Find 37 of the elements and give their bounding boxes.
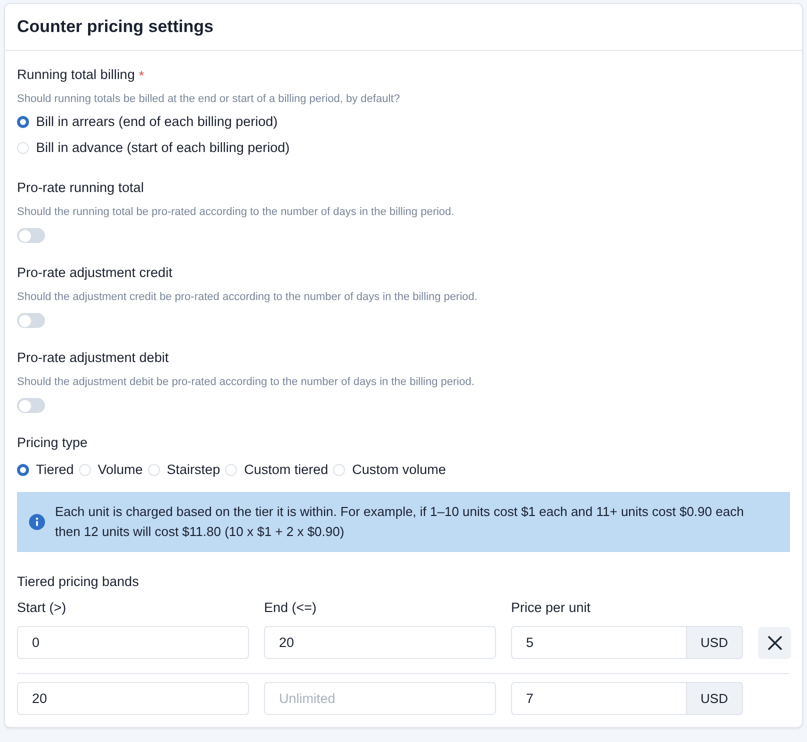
radio-option[interactable]: Tiered xyxy=(17,460,74,480)
column-label: Start (>) xyxy=(17,599,68,617)
price-field[interactable]: 7 xyxy=(511,682,687,715)
currency-addon: USD xyxy=(686,626,743,659)
info-text: Each unit is charged based on the tier it is within. For example, if 1–10 units cost $1 each and 11+ units cost $0.90 each then 12 units will cost $11.80 (10 x $1 + 2 x $0.90) xyxy=(55,503,745,541)
radio-option[interactable]: Stairstep xyxy=(148,460,220,480)
price-field[interactable]: 5 xyxy=(511,626,687,659)
start-field[interactable]: 0 xyxy=(17,626,249,659)
toggle-switch[interactable] xyxy=(17,313,45,328)
end-field[interactable]: Unlimited xyxy=(264,682,496,715)
toggle-switch[interactable] xyxy=(17,398,45,413)
currency-addon: USD xyxy=(686,682,743,715)
field-hint: Should running totals be billed at the end or start of a billing period, by default? xyxy=(17,92,401,107)
radio-option[interactable]: Bill in advance (start of each billing period) xyxy=(17,138,790,158)
start-field[interactable]: 20 xyxy=(17,682,249,715)
field-label: Pro-rate running total xyxy=(17,179,145,197)
field-label: Pro-rate adjustment credit xyxy=(17,264,174,282)
info-icon xyxy=(29,514,45,530)
required-mark: * xyxy=(138,68,144,82)
close-icon xyxy=(768,636,782,650)
column-label: End (<=) xyxy=(264,599,318,617)
radio-option[interactable]: Custom tiered xyxy=(225,460,328,480)
radio-option[interactable]: Bill in arrears (end of each billing period) xyxy=(17,112,790,132)
column-label: Price per unit xyxy=(511,599,592,617)
section-title: Tiered pricing bands xyxy=(17,573,140,591)
remove-button[interactable] xyxy=(758,626,791,658)
field-label: Pro-rate adjustment debit xyxy=(17,349,170,367)
end-field[interactable]: 20 xyxy=(264,626,496,659)
field-hint: Should the running total be pro-rated according to the number of days in the billing period. xyxy=(17,205,456,220)
radio-option[interactable]: Volume xyxy=(78,460,143,480)
toggle-switch[interactable] xyxy=(17,228,45,243)
radio-option[interactable]: Custom volume xyxy=(333,460,446,480)
field-label: Pricing type xyxy=(17,434,89,452)
card-title: Counter pricing settings xyxy=(17,17,214,37)
field-label: Running total billing xyxy=(17,66,135,84)
field-hint: Should the adjustment credit be pro-rated according to the number of days in the billing period. xyxy=(17,290,478,305)
field-hint: Should the adjustment debit be pro-rated according to the number of days in the billing period. xyxy=(17,375,476,390)
